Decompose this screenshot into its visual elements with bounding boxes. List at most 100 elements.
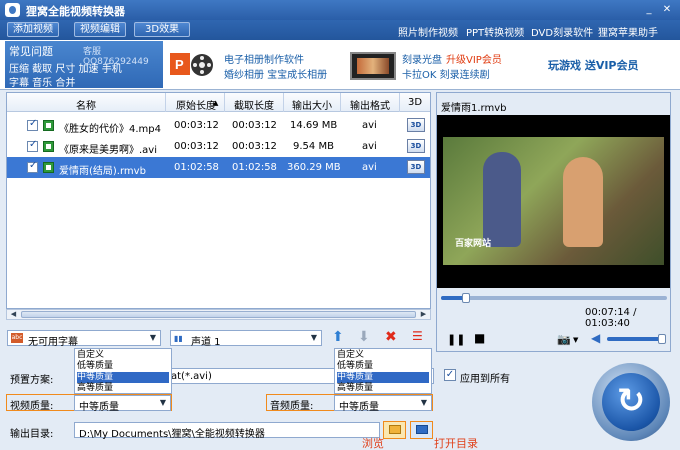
edit-video-button[interactable]: 视频编辑	[74, 22, 126, 37]
output-path-input[interactable]: D:\My Documents\狸窝\全能视频转换器	[74, 422, 380, 440]
video-quality-options: 自定义 低等质量 中等质量 高等质量	[74, 348, 172, 394]
audio-track-icon: ▮▮	[174, 334, 183, 343]
svg-text:P: P	[175, 57, 184, 72]
volume-slider[interactable]	[607, 334, 667, 344]
link-apple-helper[interactable]: 狸窝苹果助手	[598, 24, 658, 39]
promo-vip-link[interactable]: 升级VIP会员	[446, 51, 502, 66]
snapshot-camera-icon[interactable]: 📷	[557, 333, 571, 346]
faq-panel: 常见问题 客服QQ876292449 压缩 截取 尺寸 加速 手机 字幕 音乐 …	[5, 41, 163, 89]
audio-quality-options: 自定义 低等质量 中等质量 高等质量	[334, 348, 432, 394]
audio-quality-option[interactable]: 低等质量	[337, 361, 429, 372]
move-up-icon[interactable]: ⬆	[332, 329, 344, 345]
row-3d-icon[interactable]: 3D	[407, 118, 425, 132]
effect-3d-button[interactable]: 3D效果	[134, 22, 191, 37]
audio-quality-option[interactable]: 高等质量	[337, 383, 429, 394]
pause-icon[interactable]: ❚❚	[447, 333, 465, 346]
audio-quality-option-selected[interactable]: 中等质量	[337, 372, 429, 383]
stop-icon[interactable]: ■	[474, 331, 485, 345]
row-format[interactable]: avi	[362, 162, 377, 173]
row-checkbox[interactable]	[27, 118, 38, 131]
row-checkbox[interactable]	[27, 139, 38, 152]
add-video-button[interactable]: 添加视频	[7, 22, 59, 37]
convert-button[interactable]: ↻	[592, 363, 670, 441]
volume-handle[interactable]	[658, 334, 667, 344]
row-name: 爱情雨(结局).rmvb	[59, 166, 146, 177]
promo-wedding-link[interactable]: 婚纱相册 宝宝成长相册	[224, 66, 327, 81]
title-bar: 狸窝全能视频转换器 _ ✕	[0, 0, 680, 20]
chevron-down-icon[interactable]: ▼	[146, 331, 160, 345]
scroll-thumb[interactable]	[21, 311, 416, 318]
row-cut: 01:02:58	[232, 162, 277, 173]
clear-list-icon[interactable]: ☰	[412, 329, 423, 343]
audio-quality-option[interactable]: 自定义	[337, 350, 429, 361]
row-size: 14.69 MB	[290, 120, 338, 131]
row-size: 360.29 MB	[287, 162, 341, 173]
seek-bar[interactable]	[441, 293, 667, 303]
snapshot-dropdown-icon[interactable]: ▼	[573, 336, 578, 344]
row-3d-icon[interactable]: 3D	[407, 160, 425, 174]
video-quality-label: 视频质量:	[10, 401, 54, 412]
main-toolbar: 添加视频 视频编辑 3D效果 照片制作视频 PPT转换视频 DVD刻录软件 狸窝…	[0, 20, 680, 40]
apply-all-checkbox[interactable]: ✓	[444, 369, 456, 381]
video-figure-left	[483, 152, 521, 247]
folder-icon	[389, 425, 401, 434]
row-format[interactable]: avi	[362, 141, 377, 152]
chevron-down-icon[interactable]: ▼	[156, 396, 170, 410]
move-down-icon[interactable]: ⬇	[358, 329, 370, 345]
row-name: 《胜女的代价》4.mp4	[59, 124, 161, 135]
sort-asc-icon: ▲	[213, 99, 219, 107]
promo-karaoke-link[interactable]: 卡拉OK 刻录连续剧	[402, 66, 490, 81]
faq-links-row1[interactable]: 压缩 截取 尺寸 加速 手机	[9, 60, 122, 75]
video-quality-option[interactable]: 高等质量	[77, 383, 169, 394]
chevron-down-icon[interactable]: ▼	[417, 396, 431, 410]
subtitle-select[interactable]: abc 无可用字幕 ▼	[7, 330, 161, 348]
total-time: 01:03:40	[585, 318, 630, 329]
table-row[interactable]: 《原来是美男啊》.avi 00:03:12 00:03:12 9.54 MB a…	[7, 136, 430, 157]
apply-all-label[interactable]: 应用到所有	[460, 370, 510, 385]
audio-track-select[interactable]: ▮▮ 声道 1 ▼	[170, 330, 322, 348]
volume-icon[interactable]: ◀	[591, 331, 600, 345]
time-readout: 00:07:14 / 01:03:40	[585, 307, 680, 329]
scroll-right-icon[interactable]: ▶	[418, 310, 429, 319]
minimize-button[interactable]: _	[642, 3, 656, 16]
row-format[interactable]: avi	[362, 120, 377, 131]
col-output-format[interactable]: 输出格式	[341, 97, 399, 112]
remove-icon[interactable]: ✖	[385, 329, 397, 345]
current-time: 00:07:14	[585, 307, 630, 318]
seek-handle[interactable]	[461, 293, 470, 303]
video-quality-option[interactable]: 低等质量	[77, 361, 169, 372]
subtitle-value: 无可用字幕	[28, 337, 78, 348]
video-quality-select[interactable]: 中等质量 ▼	[74, 395, 171, 413]
promo-burn-link[interactable]: 刻录光盘	[402, 51, 442, 66]
row-name: 《原来是美男啊》.avi	[59, 145, 158, 156]
col-cut-length[interactable]: 截取长度	[225, 97, 283, 112]
video-quality-option[interactable]: 自定义	[77, 350, 169, 361]
table-hscrollbar[interactable]: ◀ ▶	[6, 309, 431, 320]
faq-title[interactable]: 常见问题	[9, 43, 53, 59]
close-button[interactable]: ✕	[660, 3, 674, 16]
output-path-value: D:\My Documents\狸窝\全能视频转换器	[79, 429, 265, 440]
window-title: 狸窝全能视频转换器	[26, 5, 125, 18]
promo-album-link[interactable]: 电子相册制作软件	[224, 51, 304, 66]
table-row-selected[interactable]: 爱情雨(结局).rmvb 01:02:58 01:02:58 360.29 MB…	[7, 157, 430, 178]
col-output-size[interactable]: 输出大小	[284, 97, 340, 112]
video-quality-option-selected[interactable]: 中等质量	[77, 372, 169, 383]
row-3d-icon[interactable]: 3D	[407, 139, 425, 153]
link-photo-video[interactable]: 照片制作视频	[398, 24, 458, 39]
row-orig: 01:02:58	[174, 162, 219, 173]
link-ppt-video[interactable]: PPT转换视频	[466, 24, 524, 39]
table-row[interactable]: 《胜女的代价》4.mp4 00:03:12 00:03:12 14.69 MB …	[7, 115, 430, 136]
col-3d[interactable]: 3D	[400, 97, 430, 108]
app-logo-icon	[5, 3, 20, 17]
chevron-down-icon[interactable]: ▼	[307, 331, 321, 345]
link-dvd-burn[interactable]: DVD刻录软件	[531, 24, 593, 39]
browse-button[interactable]	[383, 421, 406, 439]
open-folder-button[interactable]	[410, 421, 433, 439]
video-figure-right	[563, 157, 603, 247]
row-checkbox[interactable]	[27, 160, 38, 173]
col-name[interactable]: 名称	[7, 97, 165, 112]
audio-quality-select[interactable]: 中等质量 ▼	[334, 395, 432, 413]
faq-links-row2[interactable]: 字幕 音乐 合并	[9, 74, 75, 89]
scroll-left-icon[interactable]: ◀	[8, 310, 19, 319]
promo-game-link[interactable]: 玩游戏 送VIP会员	[548, 57, 639, 73]
